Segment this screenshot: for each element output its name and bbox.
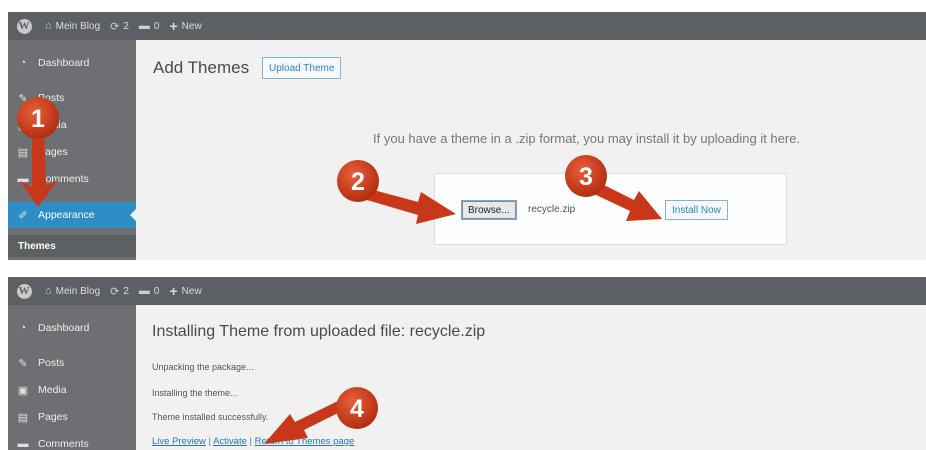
- updates-count: 2: [123, 285, 129, 297]
- comments-count: 0: [153, 285, 160, 297]
- updates-count: 2: [123, 20, 129, 32]
- comments-link[interactable]: ▬ 0: [134, 277, 165, 305]
- pages-icon: ▤: [17, 411, 29, 424]
- sidebar-item-appearance[interactable]: ✐ Appearance: [8, 202, 136, 228]
- dashboard-icon: ◔: [19, 322, 27, 334]
- add-themes-screenshot: W ⌂ Mein Blog ⟳ 2 ▬ 0 + New ◔ Dashboard …: [8, 12, 926, 260]
- theme-action-links: Live Preview | Activate | Return to Them…: [152, 436, 354, 447]
- upload-help-text: If you have a theme in a .zip format, yo…: [373, 131, 801, 146]
- sidebar-subitem-label: Themes: [18, 240, 56, 252]
- new-label: New: [181, 20, 202, 32]
- site-name: Mein Blog: [55, 20, 101, 32]
- sidebar-item-label: Appearance: [38, 209, 95, 221]
- sidebar-item-label: Dashboard: [38, 57, 90, 69]
- plus-icon: +: [169, 283, 178, 299]
- selected-file-name: recycle.zip: [528, 204, 576, 215]
- main-content: Installing Theme from uploaded file: rec…: [136, 305, 926, 450]
- sidebar-item-dashboard[interactable]: ◔ Dashboard: [8, 315, 136, 341]
- page-title: Add Themes: [153, 58, 250, 77]
- comment-bubble-icon: ▬: [138, 285, 150, 297]
- comment-bubble-icon: ▬: [138, 20, 150, 32]
- site-name-link[interactable]: ⌂ Mein Blog: [40, 12, 105, 40]
- sidebar-item-media[interactable]: ▣ Media: [8, 377, 136, 403]
- sidebar-item-label: Comments: [38, 438, 89, 450]
- sidebar-item-dashboard[interactable]: ◔ Dashboard: [8, 50, 136, 76]
- admin-sidebar: ◔ Dashboard ✎ Posts ▣ Media ▤ Pages ▬ Co…: [8, 305, 136, 450]
- wordpress-logo-icon: W: [16, 18, 32, 34]
- sidebar-item-label: Media: [38, 384, 67, 396]
- return-to-themes-link[interactable]: Return to Themes page: [255, 436, 355, 447]
- new-content-link[interactable]: + New: [164, 277, 206, 305]
- pin-icon: ✎: [18, 92, 28, 105]
- sidebar-subitem-themes[interactable]: Themes: [8, 235, 136, 257]
- media-icon: ▣: [17, 384, 29, 397]
- sidebar-item-comments[interactable]: ▬ Comments: [8, 431, 136, 450]
- upload-theme-button[interactable]: Upload Theme: [262, 57, 342, 79]
- upload-form: Browse... recycle.zip Install Now: [434, 173, 787, 245]
- media-icon: ▣: [17, 119, 29, 132]
- browse-button[interactable]: Browse...: [461, 200, 517, 220]
- main-content: Add Themes Upload Theme If you have a th…: [136, 40, 926, 260]
- admin-sidebar: ◔ Dashboard ✎ Posts ▣ Media ▤ Pages ▬ Co…: [8, 40, 136, 260]
- sidebar-item-label: Pages: [38, 146, 68, 158]
- sidebar-item-posts[interactable]: ✎ Posts: [8, 85, 136, 111]
- site-name-link[interactable]: ⌂ Mein Blog: [40, 277, 105, 305]
- sidebar-item-pages[interactable]: ▤ Pages: [8, 139, 136, 165]
- sidebar-item-media[interactable]: ▣ Media: [8, 112, 136, 138]
- home-icon: ⌂: [45, 20, 52, 32]
- sidebar-item-label: Dashboard: [38, 322, 90, 334]
- pages-icon: ▤: [17, 146, 29, 159]
- site-name: Mein Blog: [55, 285, 101, 297]
- updates-icon: ⟳: [110, 20, 120, 33]
- comments-link[interactable]: ▬ 0: [134, 12, 165, 40]
- paintbrush-icon: ✐: [18, 209, 28, 222]
- status-line-success: Theme installed successfully.: [152, 412, 269, 422]
- installing-theme-screenshot: W ⌂ Mein Blog ⟳ 2 ▬ 0 + New ◔ Dashboard …: [8, 277, 926, 450]
- comments-count: 0: [153, 20, 160, 32]
- wordpress-logo-button[interactable]: W: [8, 12, 40, 40]
- comments-icon: ▬: [17, 438, 29, 450]
- sidebar-item-label: Comments: [38, 173, 89, 185]
- sidebar-item-label: Posts: [38, 92, 65, 104]
- new-label: New: [181, 285, 202, 297]
- admin-bar: W ⌂ Mein Blog ⟳ 2 ▬ 0 + New: [8, 277, 926, 305]
- updates-icon: ⟳: [110, 285, 120, 298]
- live-preview-link[interactable]: Live Preview: [152, 436, 206, 447]
- status-line-installing: Installing the theme...: [152, 388, 238, 398]
- updates-link[interactable]: ⟳ 2: [105, 277, 134, 305]
- wordpress-logo-icon: W: [16, 283, 32, 299]
- home-icon: ⌂: [45, 285, 52, 297]
- comments-icon: ▬: [17, 173, 29, 185]
- sidebar-item-comments[interactable]: ▬ Comments: [8, 166, 136, 192]
- dashboard-icon: ◔: [19, 57, 27, 69]
- install-now-button[interactable]: Install Now: [665, 200, 728, 220]
- sidebar-item-label: Posts: [38, 357, 65, 369]
- updates-link[interactable]: ⟳ 2: [105, 12, 134, 40]
- page-title: Installing Theme from uploaded file: rec…: [152, 323, 486, 340]
- wordpress-logo-button[interactable]: W: [8, 277, 40, 305]
- status-line-unpacking: Unpacking the package...: [152, 362, 254, 372]
- sidebar-item-label: Media: [38, 119, 67, 131]
- pin-icon: ✎: [18, 357, 28, 370]
- sidebar-item-pages[interactable]: ▤ Pages: [8, 404, 136, 430]
- sidebar-item-label: Pages: [38, 411, 68, 423]
- activate-link[interactable]: Activate: [213, 436, 247, 447]
- sidebar-item-posts[interactable]: ✎ Posts: [8, 350, 136, 376]
- plus-icon: +: [169, 18, 178, 34]
- admin-bar: W ⌂ Mein Blog ⟳ 2 ▬ 0 + New: [8, 12, 926, 40]
- new-content-link[interactable]: + New: [164, 12, 206, 40]
